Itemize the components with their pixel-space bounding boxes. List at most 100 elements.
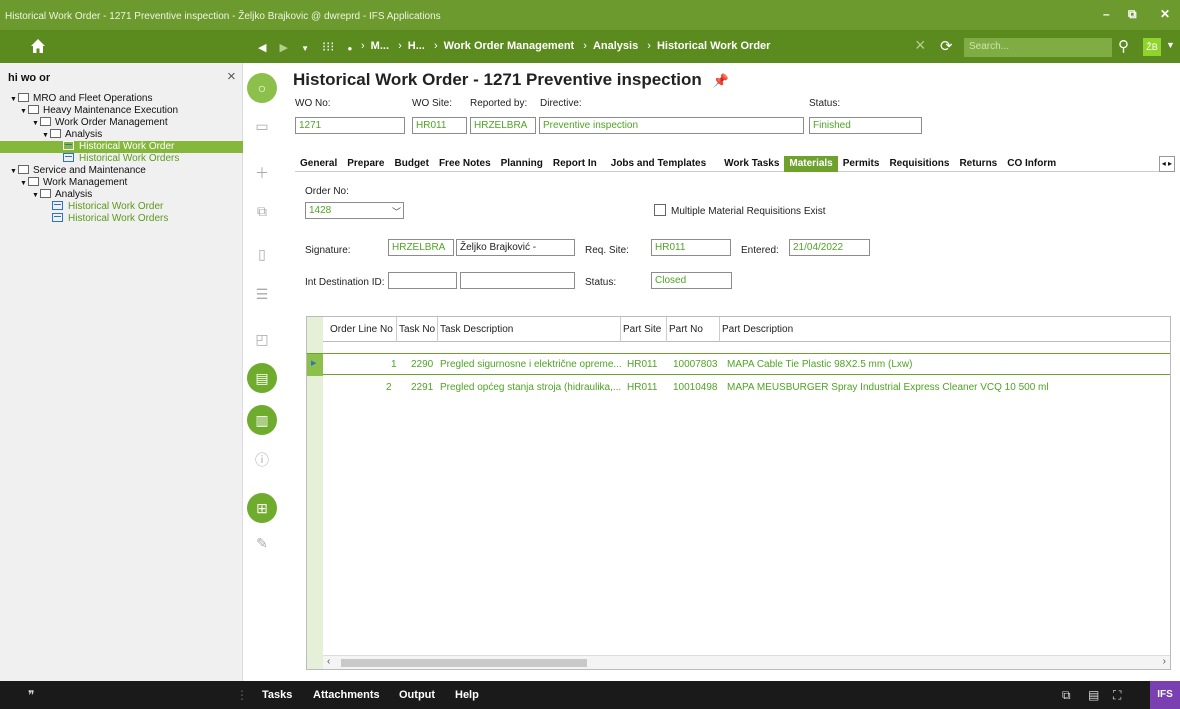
int-destination-desc-field[interactable] — [460, 272, 575, 289]
home-icon[interactable] — [30, 38, 46, 54]
apps-grid-icon[interactable]: ⁝⁝⁝ — [322, 39, 334, 55]
int-destination-id-field[interactable] — [388, 272, 457, 289]
column-header-task-no[interactable]: Task No — [399, 324, 435, 335]
windows-icon[interactable]: ⧉ — [1062, 688, 1071, 703]
tree-item-analysis-2[interactable]: ▼ Analysis — [0, 189, 243, 201]
comment-add-icon[interactable]: ✎ — [254, 535, 270, 553]
cell-task-description[interactable]: Pregled općeg stanja stroja (hidraulika,… — [440, 382, 621, 393]
analytics-icon[interactable]: ▥ — [247, 405, 277, 435]
report-icon[interactable]: ▤ — [247, 363, 277, 393]
output-button[interactable]: Output — [399, 689, 435, 701]
column-header-part-no[interactable]: Part No — [669, 324, 703, 335]
fullscreen-icon[interactable]: ⛶ — [1113, 688, 1121, 703]
list-icon[interactable]: ☰ — [254, 286, 270, 304]
entered-field[interactable]: 21/04/2022 — [789, 239, 870, 256]
pin-icon[interactable]: 📌 — [713, 73, 729, 88]
add-document-icon[interactable]: ⊞ — [247, 493, 277, 523]
cell-task-description[interactable]: Pregled sigurnosne i električne opreme..… — [440, 359, 622, 370]
edit-icon[interactable]: ▭ — [254, 118, 270, 136]
tab-materials[interactable]: Materials — [784, 156, 838, 172]
tab-jobs-templates[interactable]: Jobs and Templates — [602, 156, 715, 172]
tree-item-work-management[interactable]: ▼ Work Management — [0, 177, 243, 189]
dropdown-icon[interactable]: ▼ — [301, 44, 309, 53]
cell-part-description[interactable]: MAPA MEUSBURGER Spray Industrial Express… — [727, 382, 1049, 393]
comment-icon[interactable]: ❞ — [28, 688, 34, 702]
tab-general[interactable]: General — [295, 156, 342, 172]
close-window-icon[interactable]: ✕ — [1160, 7, 1170, 21]
restore-icon[interactable]: ⧉ — [1128, 7, 1137, 22]
chevron-down-icon[interactable]: ▼ — [1166, 40, 1175, 50]
wo-no-field[interactable]: 1271 — [295, 117, 405, 134]
tasks-button[interactable]: Tasks — [262, 689, 292, 701]
material-status-field[interactable]: Closed — [651, 272, 732, 289]
tab-budget[interactable]: Budget — [390, 156, 434, 172]
column-header-part-description[interactable]: Part Description — [722, 324, 793, 335]
column-header-part-site[interactable]: Part Site — [623, 324, 661, 335]
directive-field[interactable]: Preventive inspection — [539, 117, 804, 134]
scrollbar-thumb[interactable] — [341, 659, 587, 667]
scroll-left-icon[interactable]: ‹ — [327, 656, 330, 667]
cell-part-site[interactable]: HR011 — [627, 382, 657, 393]
table-row[interactable]: 1 2290 Pregled sigurnosne i električne o… — [307, 353, 1170, 376]
duplicate-icon[interactable]: ⧉ — [254, 203, 270, 221]
column-header-order-line-no[interactable]: Order Line No — [330, 324, 393, 335]
cell-task-no[interactable]: 2290 — [411, 359, 433, 370]
tab-requisitions[interactable]: Requisitions — [884, 156, 954, 172]
column-header-task-description[interactable]: Task Description — [440, 324, 513, 335]
order-no-select[interactable]: 1428 — [305, 202, 404, 219]
tab-co-inform[interactable]: CO Inform — [1002, 156, 1061, 172]
cell-part-site[interactable]: HR011 — [627, 359, 657, 370]
signature-name-field[interactable]: Željko Brajković - — [456, 239, 575, 256]
minimize-icon[interactable]: – — [1103, 7, 1110, 21]
cell-part-description[interactable]: MAPA Cable Tie Plastic 98X2.5 mm (Lxw) — [727, 359, 912, 370]
avatar[interactable]: ŽB — [1143, 38, 1161, 56]
new-icon[interactable]: ＋ — [254, 163, 270, 181]
horizontal-scrollbar[interactable]: ‹ › — [323, 655, 1170, 669]
refresh-icon[interactable]: ⟳ — [940, 37, 953, 55]
tab-free-notes[interactable]: Free Notes — [434, 156, 496, 172]
scroll-right-icon[interactable]: › — [1163, 656, 1166, 667]
tree-item-historical-work-orders[interactable]: Historical Work Orders — [0, 153, 243, 165]
drag-handle-icon[interactable]: ⋮ — [236, 688, 248, 702]
forward-icon[interactable]: ▶ — [280, 41, 288, 54]
tree-item-service-maintenance[interactable]: ▼ Service and Maintenance — [0, 165, 243, 177]
tab-permits[interactable]: Permits — [838, 156, 885, 172]
tab-scroll-arrows-icon[interactable]: ◂ ▸ — [1158, 156, 1175, 172]
breadcrumb-item[interactable]: Historical Work Order — [657, 40, 771, 52]
tab-returns[interactable]: Returns — [954, 156, 1002, 172]
table-row[interactable]: 2 2291 Pregled općeg stanja stroja (hidr… — [307, 377, 1170, 399]
search-input[interactable]: Search... — [964, 38, 1112, 57]
attachments-button[interactable]: Attachments — [313, 689, 380, 701]
multiple-requisitions-checkbox[interactable] — [654, 204, 666, 216]
tree-item-historical-work-orders-2[interactable]: Historical Work Orders — [0, 213, 243, 225]
tree-item-historical-work-order[interactable]: Historical Work Order — [0, 141, 243, 153]
signature-id-field[interactable]: HRZELBRA — [388, 239, 454, 256]
tree-item-historical-work-order-2[interactable]: Historical Work Order — [0, 201, 243, 213]
tab-prepare[interactable]: Prepare — [342, 156, 389, 172]
delete-icon[interactable]: ▯ — [254, 246, 270, 264]
req-site-field[interactable]: HR011 — [651, 239, 731, 256]
reported-by-field[interactable]: HRZELBRA — [470, 117, 536, 134]
breadcrumb-item[interactable]: M... — [371, 40, 389, 52]
cell-order-line-no[interactable]: 2 — [386, 382, 392, 393]
cell-part-no[interactable]: 10010498 — [673, 382, 718, 393]
tree-item-analysis[interactable]: ▼ Analysis — [0, 129, 243, 141]
search-icon[interactable]: ⚲ — [1118, 37, 1129, 55]
status-field[interactable]: Finished — [809, 117, 922, 134]
tab-planning[interactable]: Planning — [496, 156, 548, 172]
chevron-down-icon[interactable]: ﹀ — [392, 205, 401, 218]
info-icon[interactable]: ⓘ — [254, 450, 270, 468]
cell-task-no[interactable]: 2291 — [411, 382, 433, 393]
close-page-icon[interactable]: × — [915, 35, 926, 56]
back-icon[interactable]: ◀ — [258, 41, 266, 54]
tab-report-in[interactable]: Report In — [548, 156, 602, 172]
cell-part-no[interactable]: 10007803 — [673, 359, 718, 370]
cell-order-line-no[interactable]: 1 — [391, 359, 397, 370]
navigator-search-text[interactable]: hi wo or — [8, 72, 50, 84]
notes-icon[interactable]: ▤ — [1088, 688, 1099, 702]
wo-site-field[interactable]: HR011 — [412, 117, 467, 134]
tab-work-tasks[interactable]: Work Tasks — [715, 156, 784, 172]
tree-item-mro[interactable]: ▼ MRO and Fleet Operations — [0, 93, 243, 105]
help-button[interactable]: Help — [455, 689, 479, 701]
search-icon[interactable]: ○ — [247, 73, 277, 103]
